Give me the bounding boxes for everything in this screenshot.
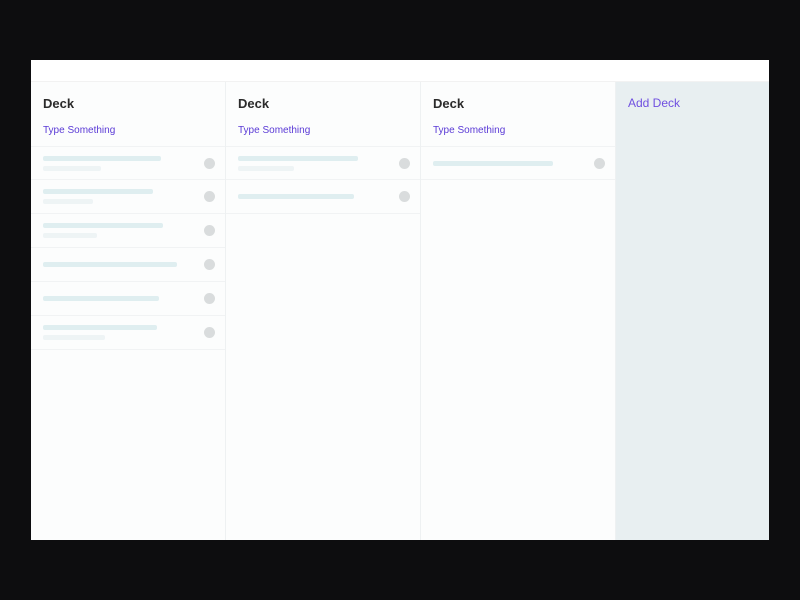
placeholder-line [238,156,358,161]
card-status-dot-icon [399,158,410,169]
card-placeholder-lines [238,156,391,171]
card-item[interactable] [31,146,225,180]
deck-header: Deck Type Something [226,82,420,146]
card-status-dot-icon [204,259,215,270]
card-item[interactable] [226,146,420,180]
deck-column: Deck Type Something [226,82,421,540]
card-placeholder-lines [43,223,196,238]
deck-header: Deck Type Something [31,82,225,146]
placeholder-line [43,233,97,238]
card-status-dot-icon [399,191,410,202]
add-card-button[interactable]: Type Something [433,125,603,136]
card-status-dot-icon [204,158,215,169]
add-deck-label: Add Deck [628,96,757,110]
placeholder-line [43,156,161,161]
placeholder-line [43,199,93,204]
placeholder-line [43,296,159,301]
card-placeholder-lines [43,296,196,301]
card-placeholder-lines [238,194,391,199]
placeholder-line [433,161,553,166]
card-placeholder-lines [43,325,196,340]
card-placeholder-lines [43,156,196,171]
card-status-dot-icon [204,327,215,338]
card-item[interactable] [31,316,225,350]
placeholder-line [43,262,177,267]
card-status-dot-icon [594,158,605,169]
deck-board: Deck Type Something [31,82,769,540]
card-item[interactable] [31,248,225,282]
card-item[interactable] [31,282,225,316]
add-deck-column[interactable]: Add Deck [616,82,769,540]
placeholder-line [43,166,101,171]
card-item[interactable] [421,146,615,180]
deck-title: Deck [433,96,603,111]
placeholder-line [43,325,157,330]
card-list [226,146,420,214]
deck-column: Deck Type Something [31,82,226,540]
card-list [421,146,615,180]
placeholder-line [238,194,354,199]
card-placeholder-lines [43,262,196,267]
deck-header: Deck Type Something [421,82,615,146]
card-list [31,146,225,350]
placeholder-line [238,166,294,171]
placeholder-line [43,335,105,340]
card-item[interactable] [31,214,225,248]
card-status-dot-icon [204,293,215,304]
placeholder-line [43,189,153,194]
card-item[interactable] [226,180,420,214]
card-placeholder-lines [43,189,196,204]
placeholder-line [43,223,163,228]
card-placeholder-lines [433,161,586,166]
window-titlebar [31,60,769,82]
add-card-button[interactable]: Type Something [238,125,408,136]
add-card-button[interactable]: Type Something [43,125,213,136]
card-status-dot-icon [204,225,215,236]
deck-title: Deck [238,96,408,111]
deck-column: Deck Type Something [421,82,616,540]
card-status-dot-icon [204,191,215,202]
deck-title: Deck [43,96,213,111]
app-window: Deck Type Something [31,60,769,540]
card-item[interactable] [31,180,225,214]
